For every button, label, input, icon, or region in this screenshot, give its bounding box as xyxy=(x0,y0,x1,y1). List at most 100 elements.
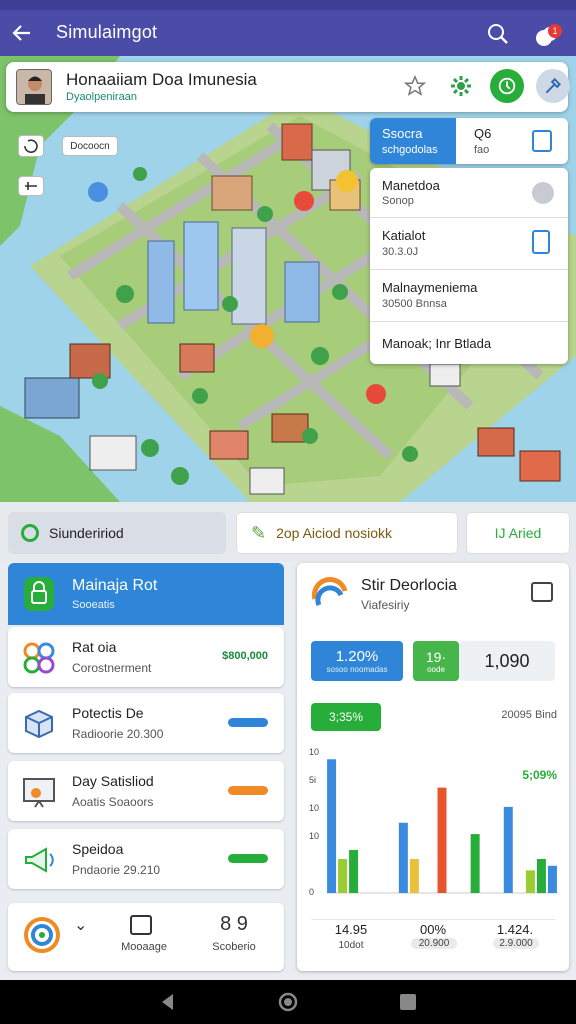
green-pill[interactable]: 3;35% xyxy=(311,703,381,731)
popup-item[interactable]: Manetdoa Sonop xyxy=(370,168,568,218)
popup-item-sub: 30.3.0J xyxy=(382,246,419,258)
chart-bar[interactable] xyxy=(547,865,557,893)
list-item-sub: Aoatis Soaoors xyxy=(72,795,154,809)
y-tick-label: 10 xyxy=(309,747,320,757)
stat-value: 1,090 xyxy=(484,650,530,671)
notification-badge: 1 xyxy=(548,24,562,38)
map-tag[interactable]: Docoocn xyxy=(62,136,118,156)
recents-nav-icon[interactable] xyxy=(398,992,418,1012)
box-icon xyxy=(20,705,58,743)
panel-subtitle: Sooeatis xyxy=(72,599,115,611)
list-item-sub: Corostnerment xyxy=(72,661,152,675)
status-bar-green xyxy=(228,854,268,863)
chart-bar[interactable] xyxy=(536,859,546,893)
back-arrow-icon[interactable] xyxy=(10,21,34,45)
footer-sub: 10dot xyxy=(338,940,364,951)
filter-chips: Siundeririod ✎ 2op Aiciod nosiokk IJ Ari… xyxy=(0,502,576,562)
map-location-button[interactable] xyxy=(18,135,44,157)
popup-summary-card[interactable]: Ssocra schgodolas Q6 fao xyxy=(370,118,568,164)
nav-mid-label[interactable]: Mooaage xyxy=(104,941,184,953)
nav-right-label[interactable]: Scoberio xyxy=(196,941,272,953)
map-layers-button[interactable] xyxy=(18,176,44,196)
chart-bar[interactable] xyxy=(437,787,447,893)
nav-right-number[interactable]: 8 9 xyxy=(196,913,272,936)
y-tick-label: 5i xyxy=(309,775,317,785)
avatar xyxy=(16,69,52,105)
bookmark-icon[interactable] xyxy=(532,130,552,152)
location-subtitle: Dyaolpeniraan xyxy=(66,91,137,103)
y-tick-label: 0 xyxy=(309,887,315,897)
popup-item[interactable]: Manoak; Inr Btlada xyxy=(370,322,568,364)
chip-added[interactable]: IJ Aried xyxy=(466,512,570,554)
popup-blue-tile: Ssocra schgodolas xyxy=(370,118,456,164)
app-title: Simulaimgot xyxy=(56,22,158,42)
stat-tile-blue[interactable]: 1.20% sosoo noomadas xyxy=(311,641,403,681)
chart-bar[interactable] xyxy=(327,759,337,893)
panel-header[interactable]: Mainaja Rot Sooeatis xyxy=(8,563,284,625)
palette-icon xyxy=(20,639,58,677)
status-bar-blue xyxy=(228,718,268,727)
app-root: Simulaimgot 1 Honaaiiam Doa Imunesia Dya… xyxy=(0,0,576,1024)
stat-value: 19· xyxy=(425,648,447,665)
list-item-title: Day Satisliod xyxy=(72,773,154,789)
list-item-title: Rat oia xyxy=(72,639,117,655)
search-icon[interactable] xyxy=(486,22,510,46)
popup-item[interactable]: Katialot 30.3.0J xyxy=(370,218,568,270)
list-item[interactable]: Speidoa Pndaorie 29.210 xyxy=(8,829,284,889)
list-item[interactable]: Day Satisliod Aoatis Soaoors xyxy=(8,761,284,821)
status-bar-orange xyxy=(228,786,268,795)
chip-label: 2op Aiciod nosiokk xyxy=(276,525,393,541)
chip-label: Siundeririod xyxy=(49,525,124,541)
popup-item-title: Katialot xyxy=(382,228,426,243)
bottom-nav: ⌄ Mooaage 8 9 Scoberio xyxy=(8,903,284,971)
chart-bar[interactable] xyxy=(338,859,348,893)
footer-value: 1.424. xyxy=(496,922,534,937)
chart-footer: 14.95 10dot 00% 20.900 1.424. 2.9.000 xyxy=(311,919,555,959)
clock-icon[interactable] xyxy=(490,69,524,103)
stat-tile-green[interactable]: 19· oode xyxy=(413,641,459,681)
popup-item-sub: 30500 Bnnsa xyxy=(382,298,447,310)
chart-bar[interactable] xyxy=(398,822,408,893)
back-nav-icon[interactable] xyxy=(158,992,178,1012)
chart-bar[interactable] xyxy=(503,806,513,893)
bar-chart xyxy=(327,759,559,894)
list-item-sub: Pndaorie 29.210 xyxy=(72,863,161,877)
tools-icon[interactable] xyxy=(536,69,570,103)
app-logo-icon[interactable] xyxy=(22,915,62,955)
chart-bar[interactable] xyxy=(470,834,480,893)
pin-icon: ✎ xyxy=(251,522,267,543)
app-bar: Simulaimgot 1 xyxy=(0,10,576,56)
layers-icon xyxy=(25,182,37,190)
message-icon[interactable] xyxy=(130,915,152,935)
right-panel: Stir Deorlocia Viafesiriy 1.20% sosoo no… xyxy=(297,563,569,971)
chip-standard[interactable]: Siundeririod xyxy=(8,512,226,554)
chart-bar[interactable] xyxy=(409,859,419,893)
list-item-title: Potectis De xyxy=(72,705,144,721)
right-note: 20095 Bind xyxy=(501,709,557,721)
chart-bar[interactable] xyxy=(349,849,359,893)
list-item[interactable]: Rat oia Corostnerment $800,000 xyxy=(8,627,284,687)
share-icon[interactable] xyxy=(531,582,553,602)
gear-icon[interactable] xyxy=(444,69,478,103)
chart-bar[interactable] xyxy=(525,870,535,893)
chip-activity[interactable]: ✎ 2op Aiciod nosiokk xyxy=(236,512,458,554)
panel-title: Mainaja Rot xyxy=(72,577,158,594)
bookmark-icon[interactable] xyxy=(532,230,550,254)
info-icon[interactable] xyxy=(532,182,554,204)
list-item-title: Speidoa xyxy=(72,841,124,857)
stat-tile-gray[interactable]: 1,090 xyxy=(459,641,555,681)
status-bar xyxy=(0,0,576,10)
chart-logo-icon xyxy=(311,575,349,613)
list-item[interactable]: Potectis De Radioorie 20.300 xyxy=(8,693,284,753)
lock-icon xyxy=(24,577,54,611)
panel-subtitle: Viafesiriy xyxy=(361,598,410,612)
home-nav-icon[interactable] xyxy=(278,992,298,1012)
system-nav-bar xyxy=(0,980,576,1024)
location-card[interactable]: Honaaiiam Doa Imunesia Dyaolpeniraan xyxy=(6,62,570,112)
popup-item[interactable]: Malnaymeniema 30500 Bnnsa xyxy=(370,270,568,322)
stat-sub: oode xyxy=(427,664,445,674)
chevron-down-icon[interactable]: ⌄ xyxy=(74,915,87,935)
popup-blue-sub: schgodolas xyxy=(382,144,438,156)
footer-sub: 20.900 xyxy=(411,938,457,949)
star-icon[interactable] xyxy=(398,69,432,103)
